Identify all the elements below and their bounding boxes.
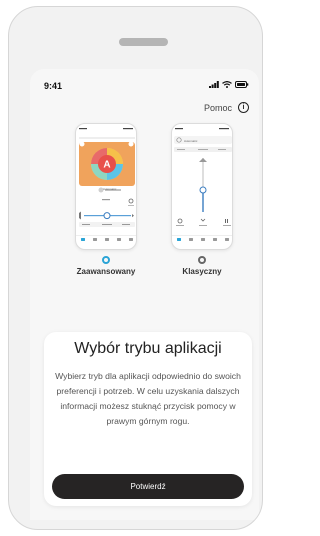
classic-preview-program: Automatic xyxy=(184,138,198,143)
speaker-grille xyxy=(119,38,168,46)
signal-icon xyxy=(209,81,219,88)
classic-preview-graphic xyxy=(172,128,232,241)
preview-classic[interactable]: Automatic xyxy=(171,123,233,250)
mode-label-classic: Klasyczny xyxy=(182,267,222,276)
info-icon: i xyxy=(238,102,249,113)
card-body: Wybierz tryb dla aplikacji odpowiednio d… xyxy=(55,371,241,426)
radio-advanced[interactable] xyxy=(102,256,110,264)
battery-icon xyxy=(235,81,249,88)
advanced-preview-program: Automatic xyxy=(103,187,117,191)
device-frame: 9:41 Pomoc i A Automatic Automatic Zaawa… xyxy=(8,6,263,530)
help-button[interactable]: Pomoc i xyxy=(204,102,249,113)
mode-option-advanced[interactable]: Zaawansowany xyxy=(70,256,142,276)
status-bar: 9:41 xyxy=(30,69,259,91)
status-icons xyxy=(209,81,249,88)
radio-classic[interactable] xyxy=(198,256,206,264)
help-label: Pomoc xyxy=(203,102,232,113)
status-time: 9:41 xyxy=(44,81,63,91)
mode-label-advanced: Zaawansowany xyxy=(76,267,136,276)
info-card: Wybór trybu aplikacji Wybierz tryb dla a… xyxy=(44,332,252,506)
confirm-button[interactable]: Potwierdź xyxy=(52,474,244,499)
wifi-icon xyxy=(222,81,232,88)
card-title: Wybór trybu aplikacji xyxy=(74,340,222,357)
app-screen: 9:41 Pomoc i A Automatic Automatic Zaawa… xyxy=(30,69,259,520)
mode-option-classic[interactable]: Klasyczny xyxy=(166,256,238,276)
preview-advanced[interactable]: A Automatic xyxy=(75,123,137,250)
svg-text:A: A xyxy=(103,160,110,171)
